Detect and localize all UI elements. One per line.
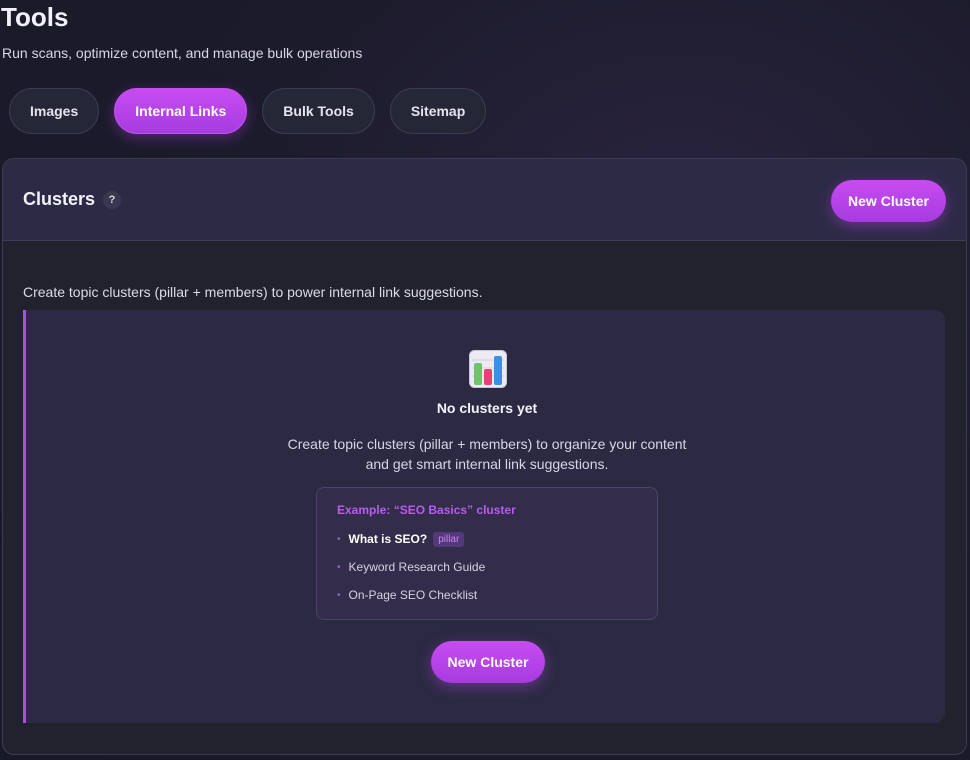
empty-state-text-line-1: Create topic clusters (pillar + members)… bbox=[287, 436, 687, 452]
example-item-label: Keyword Research Guide bbox=[348, 560, 486, 574]
page-title: Tools bbox=[1, 2, 69, 32]
page-subtitle: Run scans, optimize content, and manage … bbox=[2, 45, 363, 61]
example-item: • What is SEO? pillar bbox=[337, 525, 637, 553]
example-item: • On-Page SEO Checklist bbox=[337, 581, 637, 609]
empty-state-text: Create topic clusters (pillar + members)… bbox=[26, 434, 948, 474]
empty-state-new-cluster-button[interactable]: New Cluster bbox=[431, 641, 545, 683]
new-cluster-button[interactable]: New Cluster bbox=[831, 180, 946, 222]
example-item: • Keyword Research Guide bbox=[337, 553, 637, 581]
empty-state-panel: No clusters yet Create topic clusters (p… bbox=[23, 310, 945, 723]
card-title-wrap: Clusters ? bbox=[23, 189, 122, 210]
example-item-label: What is SEO? bbox=[348, 532, 428, 546]
bullet-icon: • bbox=[337, 561, 341, 573]
empty-state-text-line-2: and get smart internal link suggestions. bbox=[365, 456, 609, 472]
clusters-card: Clusters ? New Cluster Create topic clus… bbox=[2, 158, 967, 755]
tab-bar: Images Internal Links Bulk Tools Sitemap bbox=[9, 88, 487, 134]
tab-images[interactable]: Images bbox=[9, 88, 100, 134]
pillar-badge: pillar bbox=[433, 531, 465, 547]
tab-bulk-tools[interactable]: Bulk Tools bbox=[262, 88, 375, 134]
example-item-label: On-Page SEO Checklist bbox=[348, 588, 478, 602]
empty-state-title: No clusters yet bbox=[436, 400, 538, 416]
card-description: Create topic clusters (pillar + members)… bbox=[23, 284, 483, 300]
help-icon[interactable]: ? bbox=[103, 190, 122, 209]
card-title: Clusters bbox=[23, 189, 96, 209]
bullet-icon: • bbox=[337, 589, 341, 601]
example-cluster-box: Example: “SEO Basics” cluster • What is … bbox=[316, 487, 658, 620]
bar-chart-icon bbox=[469, 350, 507, 388]
card-header: Clusters ? New Cluster bbox=[3, 159, 966, 241]
bullet-icon: • bbox=[337, 533, 341, 545]
example-title: Example: “SEO Basics” cluster bbox=[337, 503, 516, 517]
tab-sitemap[interactable]: Sitemap bbox=[389, 88, 487, 134]
tab-internal-links[interactable]: Internal Links bbox=[114, 88, 248, 134]
